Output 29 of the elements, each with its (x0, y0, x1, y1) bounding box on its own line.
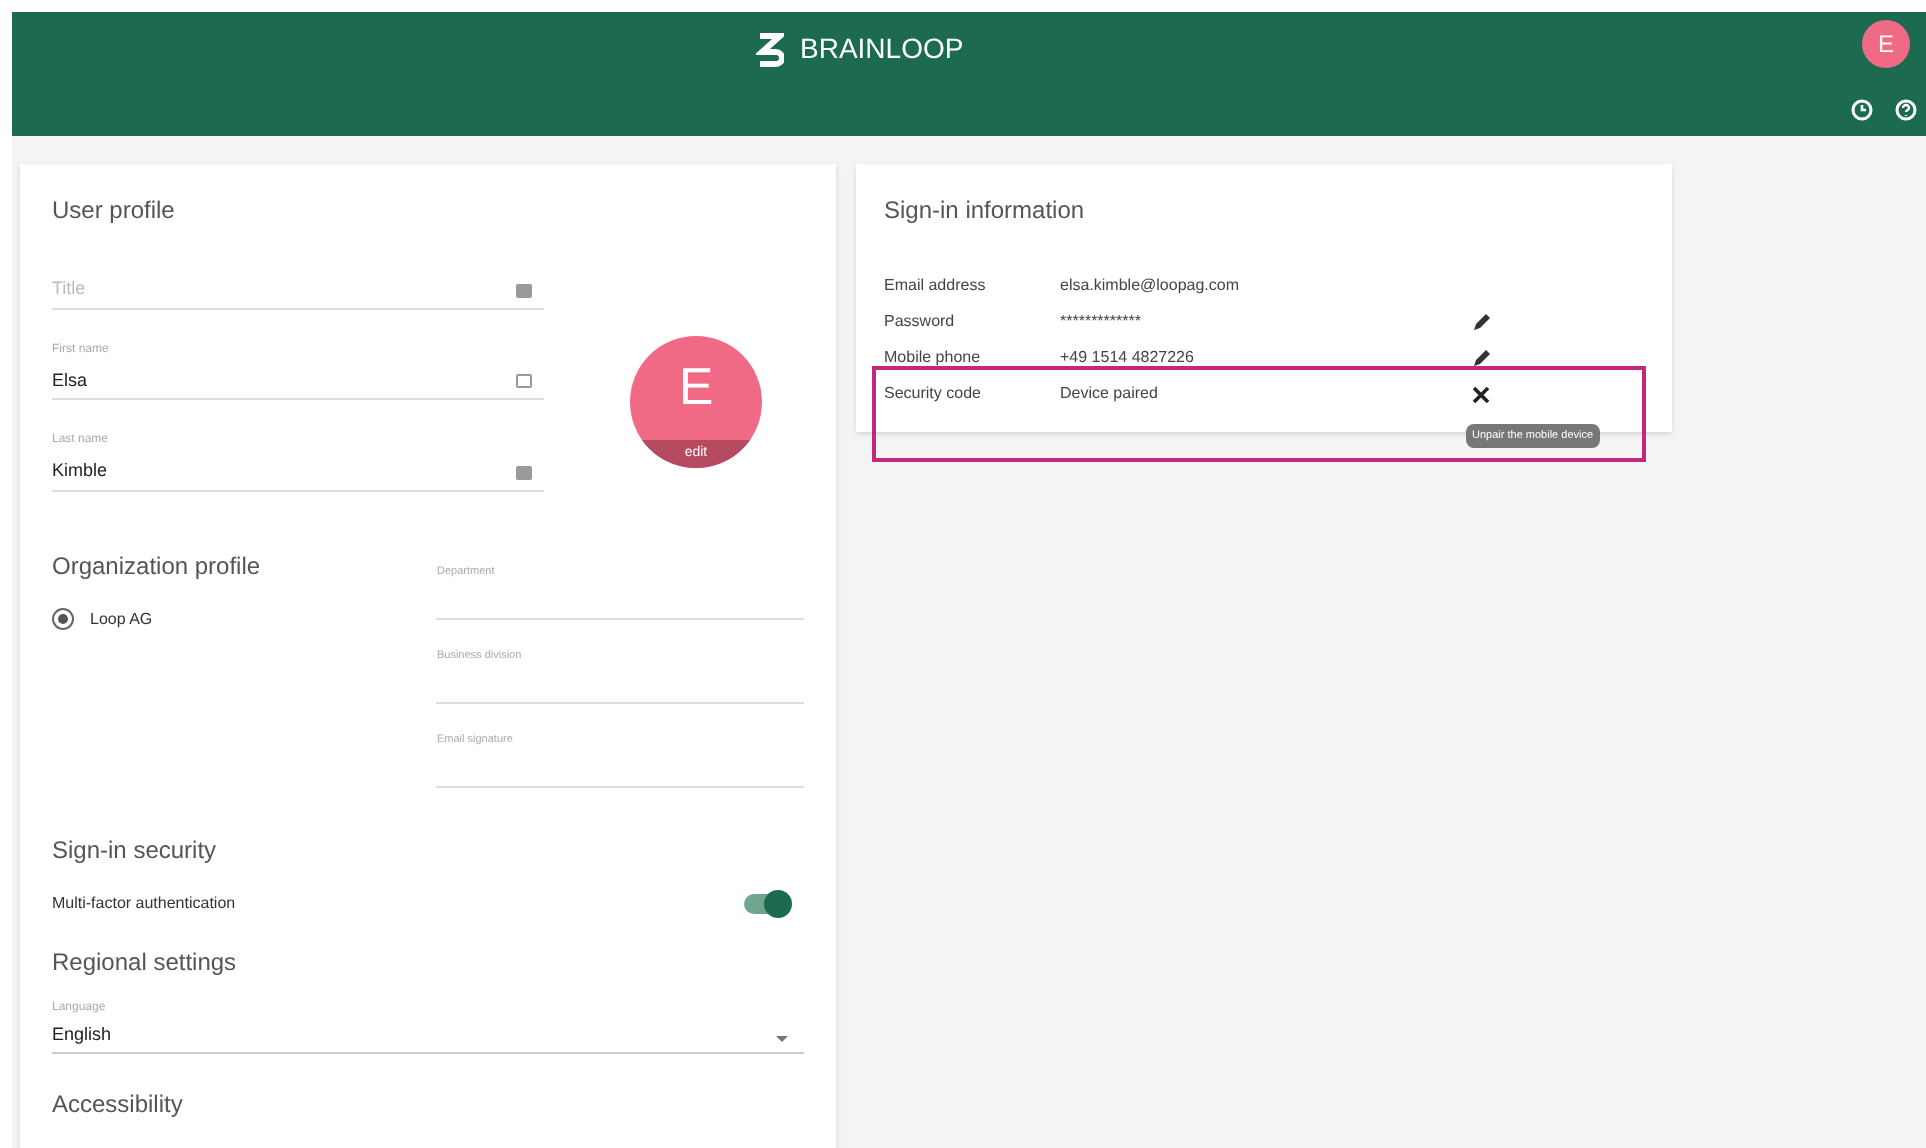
text-field[interactable]: Title (52, 276, 544, 309)
field-label: Security code (884, 382, 983, 406)
brand-name: BRAINLOOP (800, 30, 964, 68)
section-title: Accessibility (52, 1088, 185, 1122)
radio-button[interactable] (52, 608, 74, 630)
section-title: Regional settings (52, 945, 239, 979)
help-icon[interactable] (1894, 98, 1918, 122)
history-icon[interactable] (1850, 98, 1874, 122)
field-value: elsa.kimble@loopag.com (1060, 274, 1241, 298)
section-title: User profile (52, 194, 177, 228)
field-value: Device paired (1060, 382, 1160, 406)
field-icon (516, 374, 532, 388)
field-icon (516, 465, 532, 479)
section-title: Sign-in security (52, 833, 219, 867)
field-label: Mobile phone (884, 346, 983, 370)
organization-name: Loop AG (90, 607, 153, 631)
logo-icon (756, 31, 784, 67)
mfa-toggle[interactable] (744, 893, 788, 913)
section-title: Organization profile (52, 549, 263, 583)
close-icon[interactable] (1472, 385, 1490, 403)
field-label: Email address (884, 274, 988, 298)
user-avatar[interactable]: E (1862, 20, 1910, 68)
field-value: +49 1514 4827226 (1060, 346, 1196, 370)
field-value: ************* (1060, 310, 1143, 334)
section-title: Sign-in information (884, 194, 1087, 228)
mfa-label: Multi-factor authentication (52, 891, 236, 915)
field-label: Password (884, 310, 957, 334)
field-icon (516, 283, 532, 297)
dropdown-caret-icon (776, 1036, 788, 1042)
